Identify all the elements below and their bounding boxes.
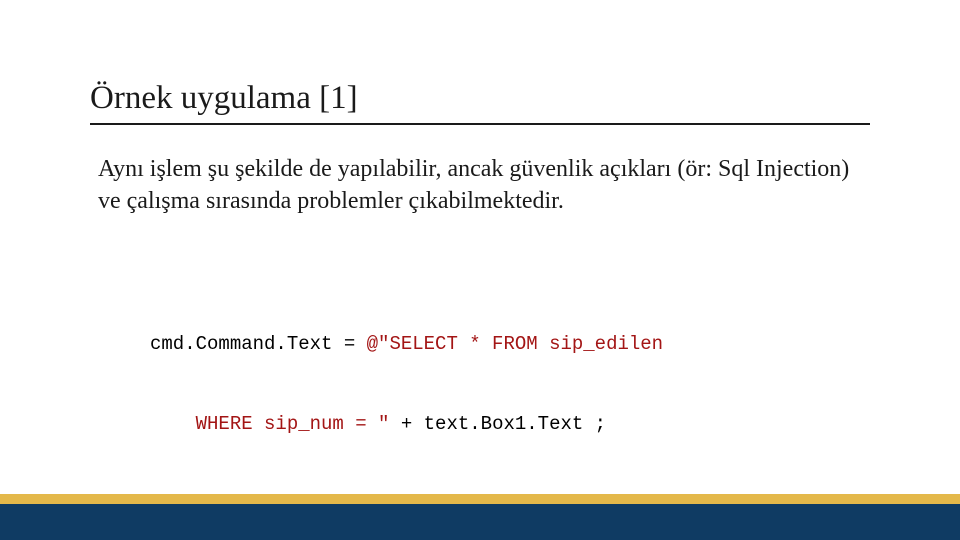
footer-bars — [0, 494, 960, 540]
accent-bar-navy — [0, 504, 960, 540]
code-line-2: WHERE sip_num = " + text.Box1.Text ; — [150, 411, 870, 438]
code-line-1: cmd.Command.Text = @"SELECT * FROM sip_e… — [150, 331, 870, 358]
code-token: + text.Box1.Text ; — [389, 413, 606, 435]
code-token: cmd.Command.Text = — [150, 333, 367, 355]
slide-container: Örnek uygulama [1] Aynı işlem şu şekilde… — [0, 0, 960, 540]
code-block: cmd.Command.Text = @"SELECT * FROM sip_e… — [90, 278, 870, 491]
slide-body-text: Aynı işlem şu şekilde de yapılabilir, an… — [90, 153, 870, 218]
code-token-string: WHERE sip_num = " — [150, 413, 389, 435]
code-token-string: @"SELECT * FROM sip_edilen — [367, 333, 663, 355]
accent-bar-gold — [0, 494, 960, 504]
slide-title: Örnek uygulama [1] — [90, 80, 870, 125]
